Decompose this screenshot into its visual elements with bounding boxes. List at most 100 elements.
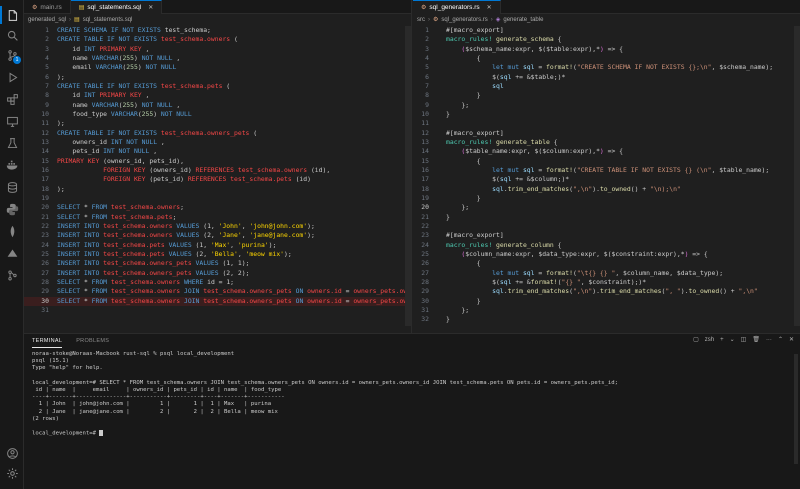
- breadcrumb-folder[interactable]: src: [417, 17, 425, 23]
- code-line[interactable]: 30 }: [413, 297, 800, 306]
- code-line[interactable]: 29 SELECT * FROM test_schema.owners JOIN …: [24, 287, 411, 296]
- code-line[interactable]: 18);: [24, 185, 411, 194]
- code-line[interactable]: 13 owners_id INT NOT NULL ,: [24, 138, 411, 147]
- more-actions-icon[interactable]: ···: [766, 337, 772, 343]
- close-icon[interactable]: ✕: [148, 4, 153, 11]
- tab-terminal[interactable]: TERMINAL: [32, 334, 63, 348]
- code-line[interactable]: 21}: [413, 213, 800, 222]
- code-line[interactable]: 22 INSERT INTO test_schema.owners VALUES …: [24, 222, 411, 231]
- code-line[interactable]: 12 #[macro_export]: [413, 129, 800, 138]
- code-line[interactable]: 11: [413, 119, 800, 128]
- code-line[interactable]: 10}: [413, 110, 800, 119]
- code-line[interactable]: 26 INSERT INTO test_schema.owners_pets VA…: [24, 259, 411, 268]
- breadcrumb-folder[interactable]: generated_sql: [28, 17, 66, 23]
- run-debug-icon[interactable]: [5, 70, 19, 84]
- tab-sql-generators[interactable]: ⚙ sql_generators.rs ✕: [413, 0, 501, 14]
- code-line[interactable]: 2 CREATE TABLE IF NOT EXISTS test_schema.…: [24, 35, 411, 44]
- code-line[interactable]: 11);: [24, 119, 411, 128]
- code-line[interactable]: 15 PRIMARY KEY (owners_id, pets_id),: [24, 157, 411, 166]
- account-icon[interactable]: [5, 446, 19, 460]
- code-line[interactable]: 27 INSERT INTO test_schema.owners_pets VA…: [24, 269, 411, 278]
- breadcrumb-file[interactable]: sql_generators.rs: [441, 17, 487, 23]
- close-icon[interactable]: ✕: [789, 336, 794, 343]
- search-icon[interactable]: [5, 28, 19, 42]
- breadcrumb-symbol[interactable]: generate_table: [503, 17, 543, 23]
- code-line[interactable]: 12 CREATE TABLE IF NOT EXISTS test_schema…: [24, 129, 411, 138]
- code-line[interactable]: 19 }: [413, 194, 800, 203]
- code-line[interactable]: 4 name VARCHAR(255) NOT NULL ,: [24, 54, 411, 63]
- code-line[interactable]: 31 };: [413, 306, 800, 315]
- code-line[interactable]: 20 SELECT * FROM test_schema.owners;: [24, 203, 411, 212]
- deploy-icon[interactable]: [5, 246, 19, 260]
- code-line[interactable]: 4 {: [413, 54, 800, 63]
- code-line[interactable]: 17 $(sql += &$column;)*: [413, 175, 800, 184]
- source-control-icon[interactable]: 1: [5, 48, 21, 64]
- code-line[interactable]: 24 INSERT INTO test_schema.pets VALUES (1…: [24, 241, 411, 250]
- code-line[interactable]: 20 };: [413, 203, 800, 212]
- code-line[interactable]: 5 email VARCHAR(255) NOT NULL: [24, 63, 411, 72]
- code-line[interactable]: 23 #[macro_export]: [413, 231, 800, 240]
- code-line[interactable]: 23 INSERT INTO test_schema.owners VALUES …: [24, 231, 411, 240]
- testing-icon[interactable]: [5, 136, 19, 150]
- code-line[interactable]: 22: [413, 222, 800, 231]
- code-line[interactable]: 6 $(sql += &$table;)*: [413, 73, 800, 82]
- code-line[interactable]: 19: [24, 194, 411, 203]
- files-icon[interactable]: [5, 8, 19, 22]
- code-line[interactable]: 13 macro_rules! generate_table {: [413, 138, 800, 147]
- code-line[interactable]: 17 FOREIGN KEY (pets_id) REFERENCES test…: [24, 175, 411, 184]
- tab-problems[interactable]: PROBLEMS: [76, 334, 109, 348]
- code-line[interactable]: 24 macro_rules! generate_column {: [413, 241, 800, 250]
- remote-explorer-icon[interactable]: [5, 114, 19, 128]
- code-line[interactable]: 7 CREATE TABLE IF NOT EXISTS test_schema.…: [24, 82, 411, 91]
- code-line[interactable]: 5 let mut sql = format!("CREATE SCHEMA I…: [413, 63, 800, 72]
- code-line[interactable]: 8 id INT PRIMARY KEY ,: [24, 91, 411, 100]
- code-line[interactable]: 9 name VARCHAR(255) NOT NULL ,: [24, 101, 411, 110]
- terminal-scrollbar[interactable]: [794, 354, 798, 464]
- python-icon[interactable]: [5, 202, 19, 216]
- code-line[interactable]: 18 sql.trim_end_matches(",\n").to_owned(…: [413, 185, 800, 194]
- code-line[interactable]: 21 SELECT * FROM test_schema.pets;: [24, 213, 411, 222]
- code-line[interactable]: 31: [24, 306, 411, 315]
- code-line[interactable]: 25 ($column_name:expr, $data_type:expr, …: [413, 250, 800, 259]
- breadcrumb-file[interactable]: sql_statements.sql: [83, 17, 133, 23]
- code-line[interactable]: 6);: [24, 73, 411, 82]
- code-line[interactable]: 32}: [413, 315, 800, 324]
- code-line[interactable]: 30 SELECT * FROM test_schema.owners JOIN …: [24, 296, 411, 306]
- tab-sql-statements[interactable]: ▤ sql_statements.sql ✕: [70, 0, 163, 14]
- shell-label[interactable]: zsh: [705, 337, 714, 343]
- code-line[interactable]: 3 ($schema_name:expr, $($table:expr),*) …: [413, 45, 800, 54]
- extensions-icon[interactable]: [5, 92, 19, 106]
- database-icon[interactable]: [5, 180, 19, 194]
- code-line[interactable]: 25 INSERT INTO test_schema.pets VALUES (2…: [24, 250, 411, 259]
- code-line[interactable]: 10 food_type VARCHAR(255) NOT NULL: [24, 110, 411, 119]
- tab-main-rs[interactable]: ⚙ main.rs: [24, 0, 71, 14]
- code-line[interactable]: 3 id INT PRIMARY KEY ,: [24, 45, 411, 54]
- code-line[interactable]: 27 let mut sql = format!("\t{} {} ", $co…: [413, 269, 800, 278]
- code-line[interactable]: 8 }: [413, 91, 800, 100]
- maximize-panel-icon[interactable]: ⌃: [778, 336, 783, 343]
- code-line[interactable]: 16 let mut sql = format!("CREATE TABLE I…: [413, 166, 800, 175]
- code-line[interactable]: 15 {: [413, 157, 800, 166]
- docker-icon[interactable]: [5, 158, 19, 172]
- terminal-output[interactable]: noraa-stoke@Noraas-Macbook rust-sql % ps…: [32, 351, 790, 437]
- scrollbar[interactable]: [794, 26, 800, 326]
- leaf-icon[interactable]: [5, 224, 19, 238]
- code-line[interactable]: 28 SELECT * FROM test_schema.owners WHERE…: [24, 278, 411, 287]
- code-line[interactable]: 1 CREATE SCHEMA IF NOT EXISTS test_schema…: [24, 26, 411, 35]
- trash-icon[interactable]: 🗑: [752, 336, 760, 343]
- code-line[interactable]: 14 ($table_name:expr, $($column:expr),*)…: [413, 147, 800, 156]
- code-line[interactable]: 14 pets_id INT NOT NULL ,: [24, 147, 411, 156]
- close-icon[interactable]: ✕: [487, 4, 492, 11]
- settings-icon[interactable]: [5, 466, 19, 480]
- code-line[interactable]: 9 };: [413, 101, 800, 110]
- code-line[interactable]: 7 sql: [413, 82, 800, 91]
- code-line[interactable]: 26 {: [413, 259, 800, 268]
- code-line[interactable]: 2 macro_rules! generate_schema {: [413, 35, 800, 44]
- code-line[interactable]: 28 $(sql += &format!("{} ", $constraint)…: [413, 278, 800, 287]
- git-graph-icon[interactable]: [5, 268, 19, 282]
- code-line[interactable]: 29 sql.trim_end_matches(",\n").trim_end_…: [413, 287, 800, 296]
- code-area[interactable]: 1 CREATE SCHEMA IF NOT EXISTS test_schema…: [24, 26, 411, 315]
- split-terminal-icon[interactable]: ◫: [741, 336, 747, 343]
- code-line[interactable]: 1 #[macro_export]: [413, 26, 800, 35]
- scrollbar[interactable]: [405, 26, 411, 326]
